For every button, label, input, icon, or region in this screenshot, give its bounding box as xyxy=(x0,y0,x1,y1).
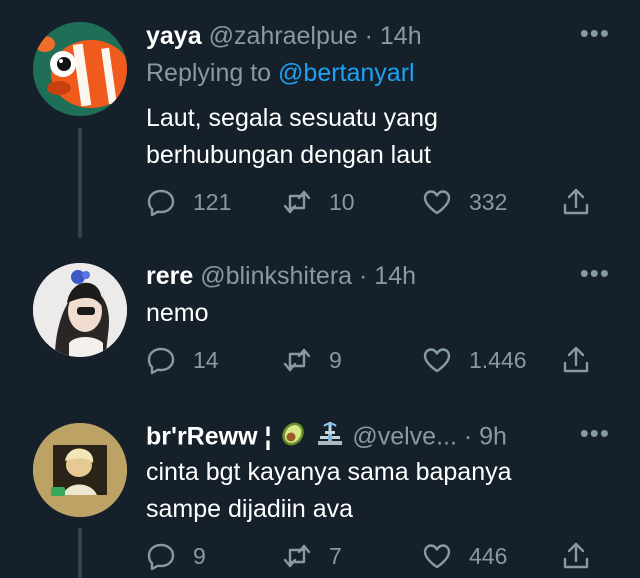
like-button[interactable]: 1.446 xyxy=(422,340,527,380)
reply-count: 121 xyxy=(193,188,232,215)
retweet-button[interactable]: 10 xyxy=(282,182,355,222)
tweet-text: Laut, segala sesuatu yang berhubungan de… xyxy=(146,100,586,174)
retweet-icon xyxy=(283,544,311,568)
like-button[interactable]: 332 xyxy=(422,182,507,222)
like-count: 332 xyxy=(469,188,508,215)
tweet-header: rere @blinkshitera · 14h xyxy=(146,258,640,294)
timestamp[interactable]: 9h xyxy=(479,423,507,451)
tweet-text: nemo xyxy=(146,295,586,332)
like-icon xyxy=(423,190,451,215)
reply-icon xyxy=(147,543,175,571)
more-options-icon[interactable]: ••• xyxy=(580,258,610,288)
share-button[interactable] xyxy=(561,182,591,222)
fountain-emoji xyxy=(315,418,345,458)
reply-count: 14 xyxy=(193,346,219,373)
reply-button[interactable]: 14 xyxy=(146,340,219,380)
more-options-icon[interactable]: ••• xyxy=(580,18,610,48)
display-name[interactable]: br'rReww ¦ xyxy=(146,423,271,451)
user-handle[interactable]: @blinkshitera xyxy=(200,262,352,290)
like-count: 1.446 xyxy=(469,346,527,373)
tweet-actions: 14 9 1.446 xyxy=(146,340,616,380)
retweet-icon xyxy=(283,190,311,214)
reply-button[interactable]: 9 xyxy=(146,536,206,576)
thread-line xyxy=(78,128,82,238)
tweet-yaya[interactable]: yaya @zahraelpue · 14h ••• Replying to @… xyxy=(0,18,640,238)
like-icon xyxy=(423,544,451,569)
retweet-icon xyxy=(283,348,311,372)
retweet-button[interactable]: 7 xyxy=(282,536,342,576)
replying-to-label: Replying to xyxy=(146,59,272,87)
like-icon xyxy=(423,348,451,373)
nemo-avatar-image xyxy=(33,22,127,116)
retweet-button[interactable]: 9 xyxy=(282,340,342,380)
timestamp[interactable]: 14h xyxy=(380,22,422,50)
tweet-text-line: berhubungan dengan laut xyxy=(146,141,431,169)
share-button[interactable] xyxy=(561,340,591,380)
tweet-brrreww[interactable]: br'rReww ¦ @velve... · 9h ••• cinta bgt … xyxy=(0,418,640,578)
tweet-text-line: cinta bgt kayanya sama bapanya xyxy=(146,458,512,486)
tweet-rere[interactable]: rere @blinkshitera · 14h ••• nemo 14 9 1… xyxy=(0,258,640,408)
rere-avatar-image xyxy=(33,263,127,357)
tweet-text-line: nemo xyxy=(146,299,209,327)
share-button[interactable] xyxy=(561,536,591,576)
share-icon xyxy=(563,188,589,215)
replying-to-mention[interactable]: @bertanyarl xyxy=(278,59,415,87)
thread-line xyxy=(78,528,82,578)
user-handle[interactable]: @velve... xyxy=(352,423,457,451)
separator-dot: · xyxy=(463,422,473,451)
avatar-yaya[interactable] xyxy=(33,22,127,116)
user-handle[interactable]: @zahraelpue xyxy=(209,22,358,50)
share-icon xyxy=(563,542,589,569)
tweet-text-line: Laut, segala sesuatu yang xyxy=(146,104,438,132)
reply-button[interactable]: 121 xyxy=(146,182,231,222)
avatar-brrreww[interactable] xyxy=(33,423,127,517)
avocado-emoji xyxy=(278,418,308,458)
tweet-text-line: sampe dijadiin ava xyxy=(146,495,354,523)
retweet-count: 9 xyxy=(329,346,342,373)
tweet-header: br'rReww ¦ @velve... · 9h xyxy=(146,418,640,454)
tweet-text: cinta bgt kayanya sama bapanya sampe dij… xyxy=(146,454,586,528)
brrreww-avatar-image xyxy=(33,423,127,517)
separator-dot: · xyxy=(359,262,368,290)
like-count: 446 xyxy=(469,542,508,569)
reply-count: 9 xyxy=(193,542,206,569)
separator-dot: · xyxy=(364,22,373,50)
tweet-header: yaya @zahraelpue · 14h xyxy=(146,18,640,54)
display-name[interactable]: rere xyxy=(146,262,193,290)
tweet-actions: 121 10 332 xyxy=(146,182,616,222)
like-button[interactable]: 446 xyxy=(422,536,507,576)
reply-icon xyxy=(147,347,175,375)
more-options-icon[interactable]: ••• xyxy=(580,418,610,448)
reply-icon xyxy=(147,189,175,217)
retweet-count: 10 xyxy=(329,188,355,215)
timestamp[interactable]: 14h xyxy=(374,262,416,290)
retweet-count: 7 xyxy=(329,542,342,569)
display-name[interactable]: yaya xyxy=(146,22,202,50)
avatar-rere[interactable] xyxy=(33,263,127,357)
share-icon xyxy=(563,346,589,373)
tweet-actions: 9 7 446 xyxy=(146,536,616,576)
replying-to: Replying to @bertanyarl xyxy=(146,56,415,90)
